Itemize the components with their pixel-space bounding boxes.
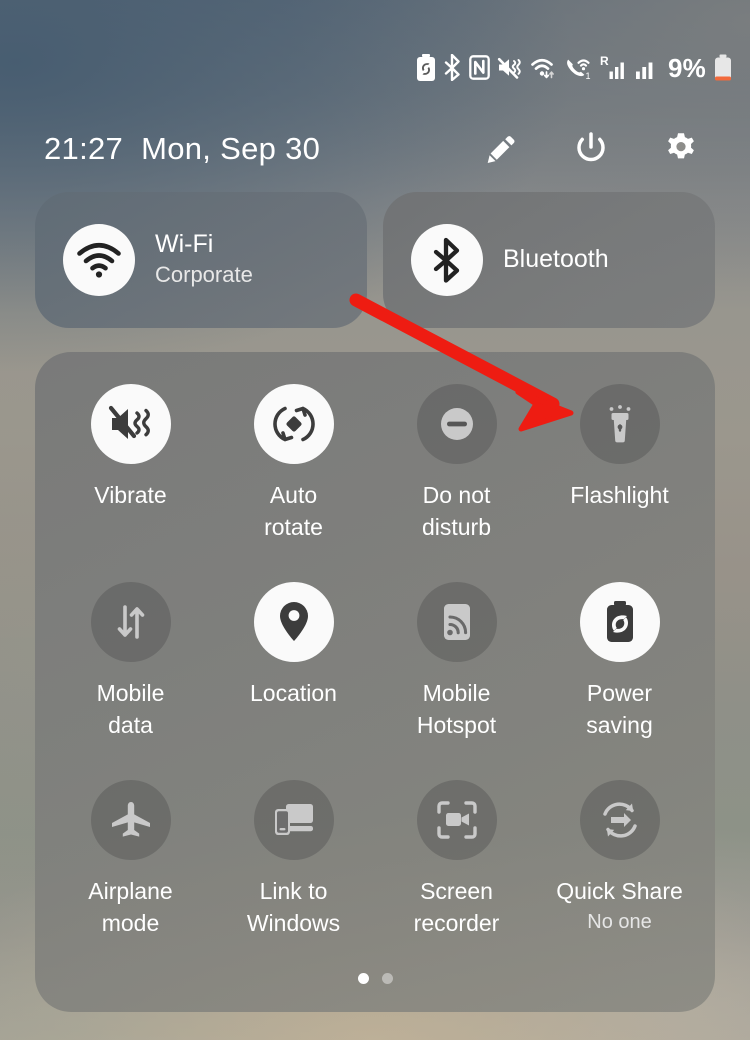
tile-auto-rotate-icon-circle xyxy=(253,384,334,464)
tile-airplane-mode-label: Airplane mode xyxy=(88,878,173,936)
call-wifi-icon: 1 xyxy=(567,59,591,81)
vibrate-icon xyxy=(108,405,150,439)
bluetooth-tile[interactable]: Bluetooth xyxy=(383,192,715,328)
svg-text:R: R xyxy=(600,54,609,68)
power-button[interactable] xyxy=(572,130,610,168)
battery-saver-icon xyxy=(417,54,436,81)
power-icon xyxy=(577,132,605,162)
wifi-tile-text: Wi-Fi Corporate xyxy=(155,230,253,290)
tile-quick-share-label: Quick Share xyxy=(556,878,683,904)
tile-auto-rotate[interactable]: Auto rotate xyxy=(212,366,375,564)
bluetooth-icon xyxy=(444,54,460,81)
tile-power-saving[interactable]: Power saving xyxy=(538,564,701,762)
mute-vibrate-icon xyxy=(497,57,521,79)
tile-vibrate-icon-circle xyxy=(90,384,171,464)
location-pin-icon xyxy=(279,602,308,641)
tile-mobile-data-icon-circle xyxy=(90,582,171,662)
battery-percentage: 9% xyxy=(668,52,706,83)
tile-location[interactable]: Location xyxy=(212,564,375,762)
power-saving-icon xyxy=(606,601,633,642)
panel-header: 21:27 Mon, Sep 30 xyxy=(0,118,750,180)
header-buttons xyxy=(482,130,724,168)
tile-power-saving-icon-circle xyxy=(579,582,660,662)
clock-and-date: 21:27 Mon, Sep 30 xyxy=(44,131,320,167)
tile-vibrate[interactable]: Vibrate xyxy=(49,366,212,564)
tile-mobile-hotspot-label: Mobile Hotspot xyxy=(416,680,497,738)
airplane-icon xyxy=(111,802,150,837)
tile-do-not-disturb-label: Do not disturb xyxy=(421,482,492,540)
tile-location-icon-circle xyxy=(253,582,334,662)
tile-flashlight[interactable]: Flashlight xyxy=(538,366,701,564)
tile-mobile-hotspot[interactable]: Mobile Hotspot xyxy=(375,564,538,762)
wifi-tile-title: Wi-Fi xyxy=(155,229,214,258)
page-dot-2[interactable] xyxy=(381,973,393,984)
tile-quick-share-sublabel: No one xyxy=(587,910,652,933)
pencil-icon xyxy=(487,136,515,163)
svg-text:1: 1 xyxy=(586,71,591,81)
wifi-icon xyxy=(531,58,554,79)
wifi-tile-subtitle: Corporate xyxy=(155,262,253,288)
page-dot-1[interactable] xyxy=(357,973,369,984)
bluetooth-tile-icon-circle xyxy=(411,224,483,296)
tile-link-to-windows-icon-circle xyxy=(253,780,334,860)
clock-date: Mon, Sep 30 xyxy=(141,131,321,166)
gear-icon xyxy=(668,133,694,159)
tile-screen-recorder-label: Screen recorder xyxy=(413,878,500,936)
tile-quick-share-icon-circle xyxy=(579,780,660,860)
tile-mobile-data[interactable]: Mobile data xyxy=(49,564,212,762)
hotspot-icon xyxy=(443,604,470,640)
signal-icon xyxy=(636,62,653,79)
tile-vibrate-label: Vibrate xyxy=(94,482,167,508)
auto-rotate-icon xyxy=(272,406,315,442)
tile-link-to-windows[interactable]: Link to Windows xyxy=(212,762,375,960)
edit-button[interactable] xyxy=(482,130,520,168)
tile-location-label: Location xyxy=(250,680,337,706)
tile-mobile-hotspot-icon-circle xyxy=(416,582,497,662)
tile-quick-share[interactable]: Quick Share No one xyxy=(538,762,701,960)
tile-flashlight-label: Flashlight xyxy=(570,482,669,508)
bluetooth-tile-text: Bluetooth xyxy=(503,245,609,275)
screen-recorder-icon xyxy=(436,801,477,839)
tile-airplane-mode-icon-circle xyxy=(90,780,171,860)
tile-do-not-disturb[interactable]: Do not disturb xyxy=(375,366,538,564)
tile-screen-recorder-icon-circle xyxy=(416,780,497,860)
tile-power-saving-label: Power saving xyxy=(586,680,653,738)
tile-screen-recorder[interactable]: Screen recorder xyxy=(375,762,538,960)
settings-button[interactable] xyxy=(662,130,700,168)
tile-mobile-data-label: Mobile data xyxy=(96,680,165,738)
status-bar: 1 R 9% xyxy=(416,54,732,81)
quick-share-icon xyxy=(602,802,637,838)
flashlight-icon xyxy=(609,405,630,443)
signal-roaming-icon: R xyxy=(600,54,624,79)
bluetooth-icon xyxy=(433,237,460,283)
tile-do-not-disturb-icon-circle xyxy=(416,384,497,464)
tile-flashlight-icon-circle xyxy=(579,384,660,464)
clock-time: 21:27 xyxy=(44,131,124,166)
wifi-icon xyxy=(77,242,121,278)
quick-settings-panel: Vibrate Auto rotate Do not disturb Flash… xyxy=(35,352,715,1012)
bluetooth-tile-title: Bluetooth xyxy=(503,245,609,274)
tile-auto-rotate-label: Auto rotate xyxy=(264,482,323,540)
tile-link-to-windows-label: Link to Windows xyxy=(246,878,341,936)
battery-icon xyxy=(715,54,731,81)
tile-airplane-mode[interactable]: Airplane mode xyxy=(49,762,212,960)
do-not-disturb-icon xyxy=(440,408,473,440)
wifi-tile[interactable]: Wi-Fi Corporate xyxy=(35,192,367,328)
page-indicator xyxy=(35,973,715,984)
quick-settings-grid: Vibrate Auto rotate Do not disturb Flash… xyxy=(35,366,715,960)
wifi-tile-icon-circle xyxy=(63,224,135,296)
mobile-data-icon xyxy=(117,605,144,639)
connectivity-tiles: Wi-Fi Corporate Bluetooth xyxy=(35,192,715,328)
link-to-windows-icon xyxy=(274,804,313,835)
nfc-icon xyxy=(469,55,490,80)
